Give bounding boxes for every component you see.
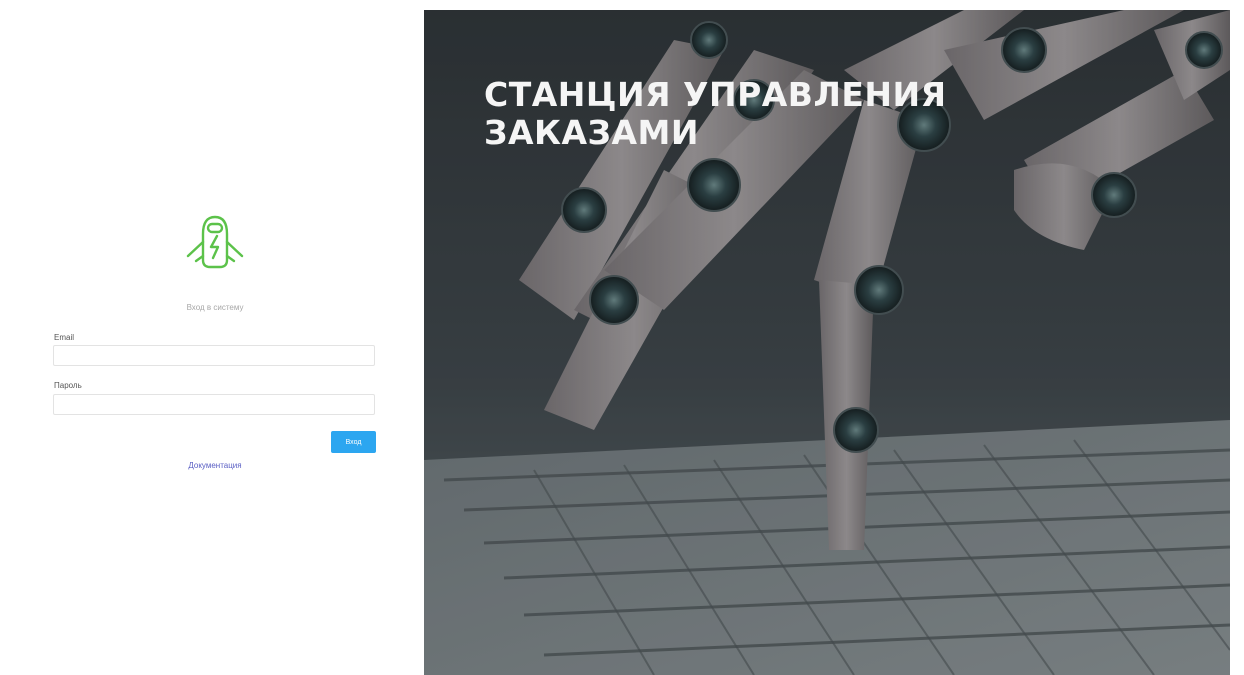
- login-panel: Вход в систему Email Пароль Вход Докумен…: [0, 0, 424, 675]
- email-label: Email: [54, 333, 75, 342]
- login-title: Вход в систему: [186, 303, 244, 312]
- hero-title: СТАНЦИЯ УПРАВЛЕНИЯ ЗАКАЗАМИ: [484, 76, 947, 152]
- documentation-link[interactable]: Документация: [150, 461, 280, 470]
- email-input[interactable]: [53, 345, 375, 366]
- password-label: Пароль: [54, 381, 82, 390]
- password-input[interactable]: [53, 394, 375, 415]
- hero-title-line1: СТАНЦИЯ УПРАВЛЕНИЯ: [484, 75, 947, 114]
- login-button[interactable]: Вход: [331, 431, 376, 453]
- hero-image: СТАНЦИЯ УПРАВЛЕНИЯ ЗАКАЗАМИ: [424, 10, 1230, 675]
- hero-title-line2: ЗАКАЗАМИ: [484, 113, 699, 152]
- robot-battery-logo-icon: [186, 215, 244, 269]
